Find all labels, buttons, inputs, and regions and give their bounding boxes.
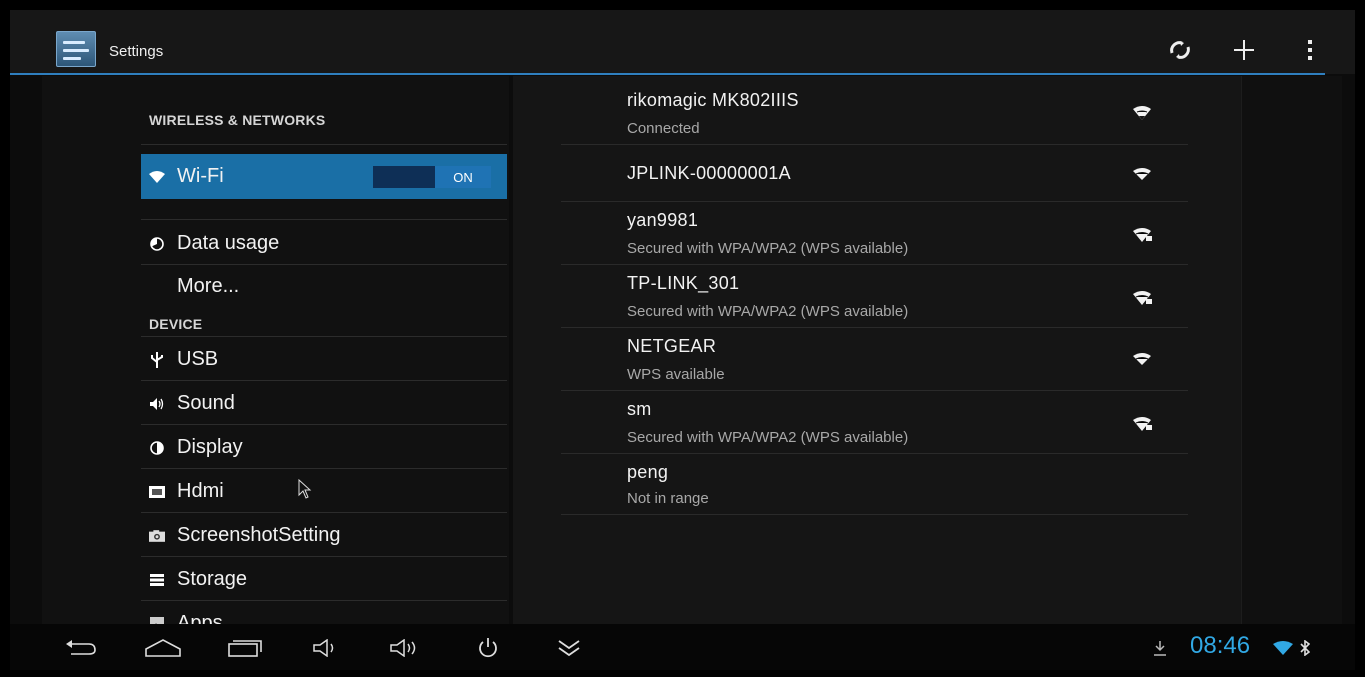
network-status: Secured with WPA/WPA2 (WPS available) xyxy=(627,429,909,446)
display-icon xyxy=(149,440,165,455)
divider xyxy=(141,219,507,220)
wifi-signal-icon xyxy=(1133,352,1157,370)
clock: 08:46 xyxy=(1190,632,1251,659)
home-icon[interactable] xyxy=(145,634,181,662)
sidebar-item-apps[interactable]: Apps xyxy=(141,602,507,624)
network-status: Secured with WPA/WPA2 (WPS available) xyxy=(627,303,909,320)
scan-refresh-icon[interactable] xyxy=(1164,34,1196,66)
sidebar-item-label: USB xyxy=(177,348,219,370)
divider xyxy=(141,468,507,469)
sidebar-item-label: ScreenshotSetting xyxy=(177,524,341,546)
sidebar-item-label: Data usage xyxy=(177,232,280,254)
network-status: Not in range xyxy=(627,490,709,507)
recent-apps-icon[interactable] xyxy=(228,634,262,662)
usb-icon xyxy=(149,351,165,369)
pane-edge xyxy=(1241,76,1342,624)
network-name: JPLINK-00000001A xyxy=(627,163,791,183)
back-icon[interactable] xyxy=(64,634,98,662)
sidebar-item-label: Wi-Fi xyxy=(177,165,224,187)
mouse-cursor-icon xyxy=(298,478,312,504)
network-status: Connected xyxy=(627,120,700,137)
network-status: WPS available xyxy=(627,366,725,383)
app-title: Settings xyxy=(109,43,164,60)
network-name: peng xyxy=(627,462,669,482)
divider xyxy=(141,424,507,425)
header-wireless-networks: WIRELESS & NETWORKS xyxy=(149,112,326,128)
overflow-menu-icon[interactable] xyxy=(1294,34,1326,66)
network-item[interactable]: peng Not in range xyxy=(561,454,1188,515)
download-icon xyxy=(1152,634,1168,662)
sidebar-item-wifi[interactable]: Wi-Fi ON xyxy=(141,154,507,199)
wifi-signal-locked-icon xyxy=(1133,417,1157,435)
sidebar-item-label: Apps xyxy=(177,612,223,624)
sidebar-item-more[interactable]: More... xyxy=(141,265,507,308)
sidebar-item-screenshot-setting[interactable]: ScreenshotSetting xyxy=(141,514,507,557)
wifi-status-icon xyxy=(1272,634,1294,662)
wifi-icon xyxy=(149,170,165,183)
network-item[interactable]: NETGEAR WPS available xyxy=(561,328,1188,391)
wifi-signal-locked-icon xyxy=(1133,228,1157,246)
wifi-signal-icon xyxy=(1133,167,1157,185)
wifi-toggle[interactable]: ON xyxy=(373,166,491,188)
network-name: NETGEAR xyxy=(627,336,717,356)
sidebar-item-storage[interactable]: Storage xyxy=(141,558,507,601)
sidebar-item-display[interactable]: Display xyxy=(141,426,507,469)
network-name: rikomagic MK802IIIS xyxy=(627,90,799,110)
wifi-signal-locked-icon xyxy=(1133,291,1157,309)
divider xyxy=(141,600,507,601)
network-item[interactable]: sm Secured with WPA/WPA2 (WPS available) xyxy=(561,391,1188,454)
divider xyxy=(141,144,507,145)
apps-icon xyxy=(149,616,165,624)
sidebar-item-usb[interactable]: USB xyxy=(141,338,507,381)
action-bar-divider xyxy=(10,73,1325,75)
sidebar-clip: Apps xyxy=(141,602,507,624)
power-icon[interactable] xyxy=(476,634,500,662)
network-item[interactable]: yan9981 Secured with WPA/WPA2 (WPS avail… xyxy=(561,202,1188,265)
storage-icon xyxy=(149,573,165,586)
network-name: sm xyxy=(627,399,652,419)
settings-sliders-icon[interactable] xyxy=(56,31,96,67)
divider xyxy=(141,380,507,381)
sidebar-item-label: Storage xyxy=(177,568,248,590)
hdmi-icon xyxy=(149,485,165,498)
collapse-icon[interactable] xyxy=(556,634,582,662)
data-usage-icon xyxy=(149,236,165,251)
divider xyxy=(141,336,507,337)
network-item[interactable]: JPLINK-00000001A xyxy=(561,145,1188,202)
divider xyxy=(141,556,507,557)
bluetooth-icon xyxy=(1298,634,1312,662)
sidebar-item-label: Hdmi xyxy=(177,480,224,502)
sidebar-item-label: More... xyxy=(177,275,240,297)
sidebar-item-sound[interactable]: Sound xyxy=(141,382,507,425)
network-item[interactable]: TP-LINK_301 Secured with WPA/WPA2 (WPS a… xyxy=(561,265,1188,328)
tablet-screen: Settings WIRELESS & NETWORKS Wi-Fi ON Da… xyxy=(10,10,1355,670)
network-status: Secured with WPA/WPA2 (WPS available) xyxy=(627,240,909,257)
action-bar: Settings xyxy=(10,10,1355,74)
camera-icon xyxy=(149,528,165,544)
sidebar-item-label: Sound xyxy=(177,392,235,414)
network-name: yan9981 xyxy=(627,210,699,230)
sidebar-item-label: Display xyxy=(177,436,243,458)
network-item[interactable]: rikomagic MK802IIIS Connected xyxy=(561,84,1188,145)
divider xyxy=(141,512,507,513)
system-navigation-bar: 08:46 xyxy=(10,624,1355,670)
sidebar-item-data-usage[interactable]: Data usage xyxy=(141,222,507,265)
sidebar-item-hdmi[interactable]: Hdmi xyxy=(141,470,507,513)
add-icon[interactable] xyxy=(1228,34,1260,66)
volume-up-icon[interactable] xyxy=(390,634,424,662)
toggle-state: ON xyxy=(435,166,491,188)
volume-down-icon[interactable] xyxy=(313,634,341,662)
wifi-signal-icon xyxy=(1133,106,1157,124)
header-device: DEVICE xyxy=(149,316,203,332)
sound-icon xyxy=(149,397,165,411)
network-name: TP-LINK_301 xyxy=(627,273,740,293)
